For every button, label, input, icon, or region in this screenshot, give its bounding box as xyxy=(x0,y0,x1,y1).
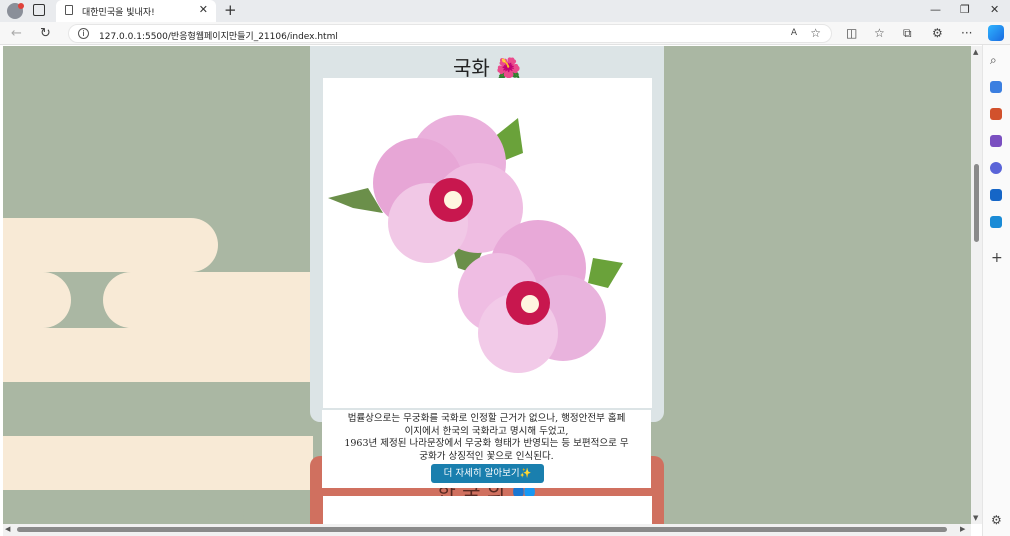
browser-tab[interactable]: 대한민국을 빛내자! ✕ xyxy=(56,0,216,22)
close-window-icon[interactable]: ✕ xyxy=(990,3,999,16)
close-tab-icon[interactable]: ✕ xyxy=(199,3,208,16)
outlook-icon[interactable] xyxy=(990,189,1002,201)
extensions-icon[interactable]: ⚙ xyxy=(932,26,943,40)
tab-title: 대한민국을 빛내자! xyxy=(82,8,155,18)
card-title-text: 국화 xyxy=(452,56,490,80)
horizontal-scroll-thumb[interactable] xyxy=(17,527,947,532)
url-text: 127.0.0.1:5500/반응형웹페이지만들기_21106/index.ht… xyxy=(99,32,338,42)
url-field[interactable]: i 127.0.0.1:5500/반응형웹페이지만들기_21106/index.… xyxy=(68,24,832,43)
cloud-decoration xyxy=(3,272,71,328)
tab-actions-icon[interactable] xyxy=(33,4,45,16)
minimize-icon[interactable]: — xyxy=(930,3,941,16)
mugunghwa-image xyxy=(323,78,652,408)
card-title: 국화 🌺 xyxy=(310,52,664,81)
maximize-icon[interactable]: ❐ xyxy=(960,3,970,16)
refresh-icon[interactable]: ↻ xyxy=(40,26,51,41)
site-info-icon[interactable]: i xyxy=(78,28,89,39)
description-line: 궁화가 상징적인 꽃으로 인식된다. xyxy=(419,450,554,462)
profile-avatar-icon[interactable] xyxy=(7,3,24,19)
tab-bar: 대한민국을 빛내자! ✕ + — ❐ ✕ xyxy=(0,0,1010,22)
vertical-scrollbar[interactable]: ▲ ▼ xyxy=(971,46,982,524)
shopping-icon[interactable] xyxy=(990,81,1002,93)
horizontal-scrollbar[interactable]: ◀ ▶ xyxy=(3,524,971,536)
description-line: 1963년 제정된 나라문장에서 무궁화 형태가 반영되는 등 보편적으로 무 xyxy=(344,438,629,449)
settings-icon[interactable]: ⚙ xyxy=(991,513,1002,527)
add-icon[interactable]: + xyxy=(991,250,1003,266)
cloud-decoration xyxy=(3,436,313,490)
tools-icon[interactable] xyxy=(990,108,1002,120)
favorite-star-icon[interactable]: ☆ xyxy=(810,26,821,40)
split-screen-icon[interactable]: ◫ xyxy=(846,26,857,40)
back-icon[interactable]: ← xyxy=(11,26,22,41)
scroll-up-icon[interactable]: ▲ xyxy=(973,48,978,56)
description-line: 법률상으로는 무궁화를 국화로 인정할 근거가 없으나, 행정안전부 홈페 xyxy=(347,413,626,424)
flower-card: 국화 🌺 xyxy=(310,46,664,422)
page-icon xyxy=(65,5,73,15)
copilot-icon[interactable] xyxy=(988,25,1004,41)
new-tab-icon[interactable]: + xyxy=(224,1,237,19)
collections-icon[interactable]: ⧉ xyxy=(903,26,912,41)
drop-icon[interactable] xyxy=(990,216,1002,228)
scroll-down-icon[interactable]: ▼ xyxy=(973,514,978,522)
edge-sidebar: ⌕ + ⚙ xyxy=(982,45,1010,536)
hibiscus-emoji-icon: 🌺 xyxy=(496,56,522,80)
cloud-decoration xyxy=(3,218,218,272)
scroll-left-icon[interactable]: ◀ xyxy=(5,525,10,533)
description-line: 이지에서 한국의 국화라고 명시해 두었고, xyxy=(404,425,569,437)
scroll-right-icon[interactable]: ▶ xyxy=(960,525,965,533)
search-icon[interactable]: ⌕ xyxy=(990,53,997,68)
flower-description: 법률상으로는 무궁화를 국화로 인정할 근거가 없으나, 행정안전부 홈페 이지… xyxy=(322,410,651,488)
cloud-decoration xyxy=(3,490,209,524)
next-card-image xyxy=(323,496,652,524)
favorites-icon[interactable]: ☆ xyxy=(874,26,885,40)
microsoft365-icon[interactable] xyxy=(990,162,1002,174)
cloud-decoration xyxy=(3,328,313,382)
games-icon[interactable] xyxy=(990,135,1002,147)
more-info-button[interactable]: 더 자세히 알아보기✨ xyxy=(431,464,544,483)
address-bar-row: ← ↻ i 127.0.0.1:5500/반응형웹페이지만들기_21106/in… xyxy=(0,22,1010,45)
cloud-decoration xyxy=(3,382,323,436)
vertical-scroll-thumb[interactable] xyxy=(974,164,979,242)
more-icon[interactable]: ··· xyxy=(961,26,972,40)
read-aloud-icon[interactable]: A xyxy=(791,28,797,38)
page-viewport: 한 국 의 👥 국화 🌺 법률상으로는 무궁화를 국화로 인정할 근거가 없으나… xyxy=(3,46,971,524)
